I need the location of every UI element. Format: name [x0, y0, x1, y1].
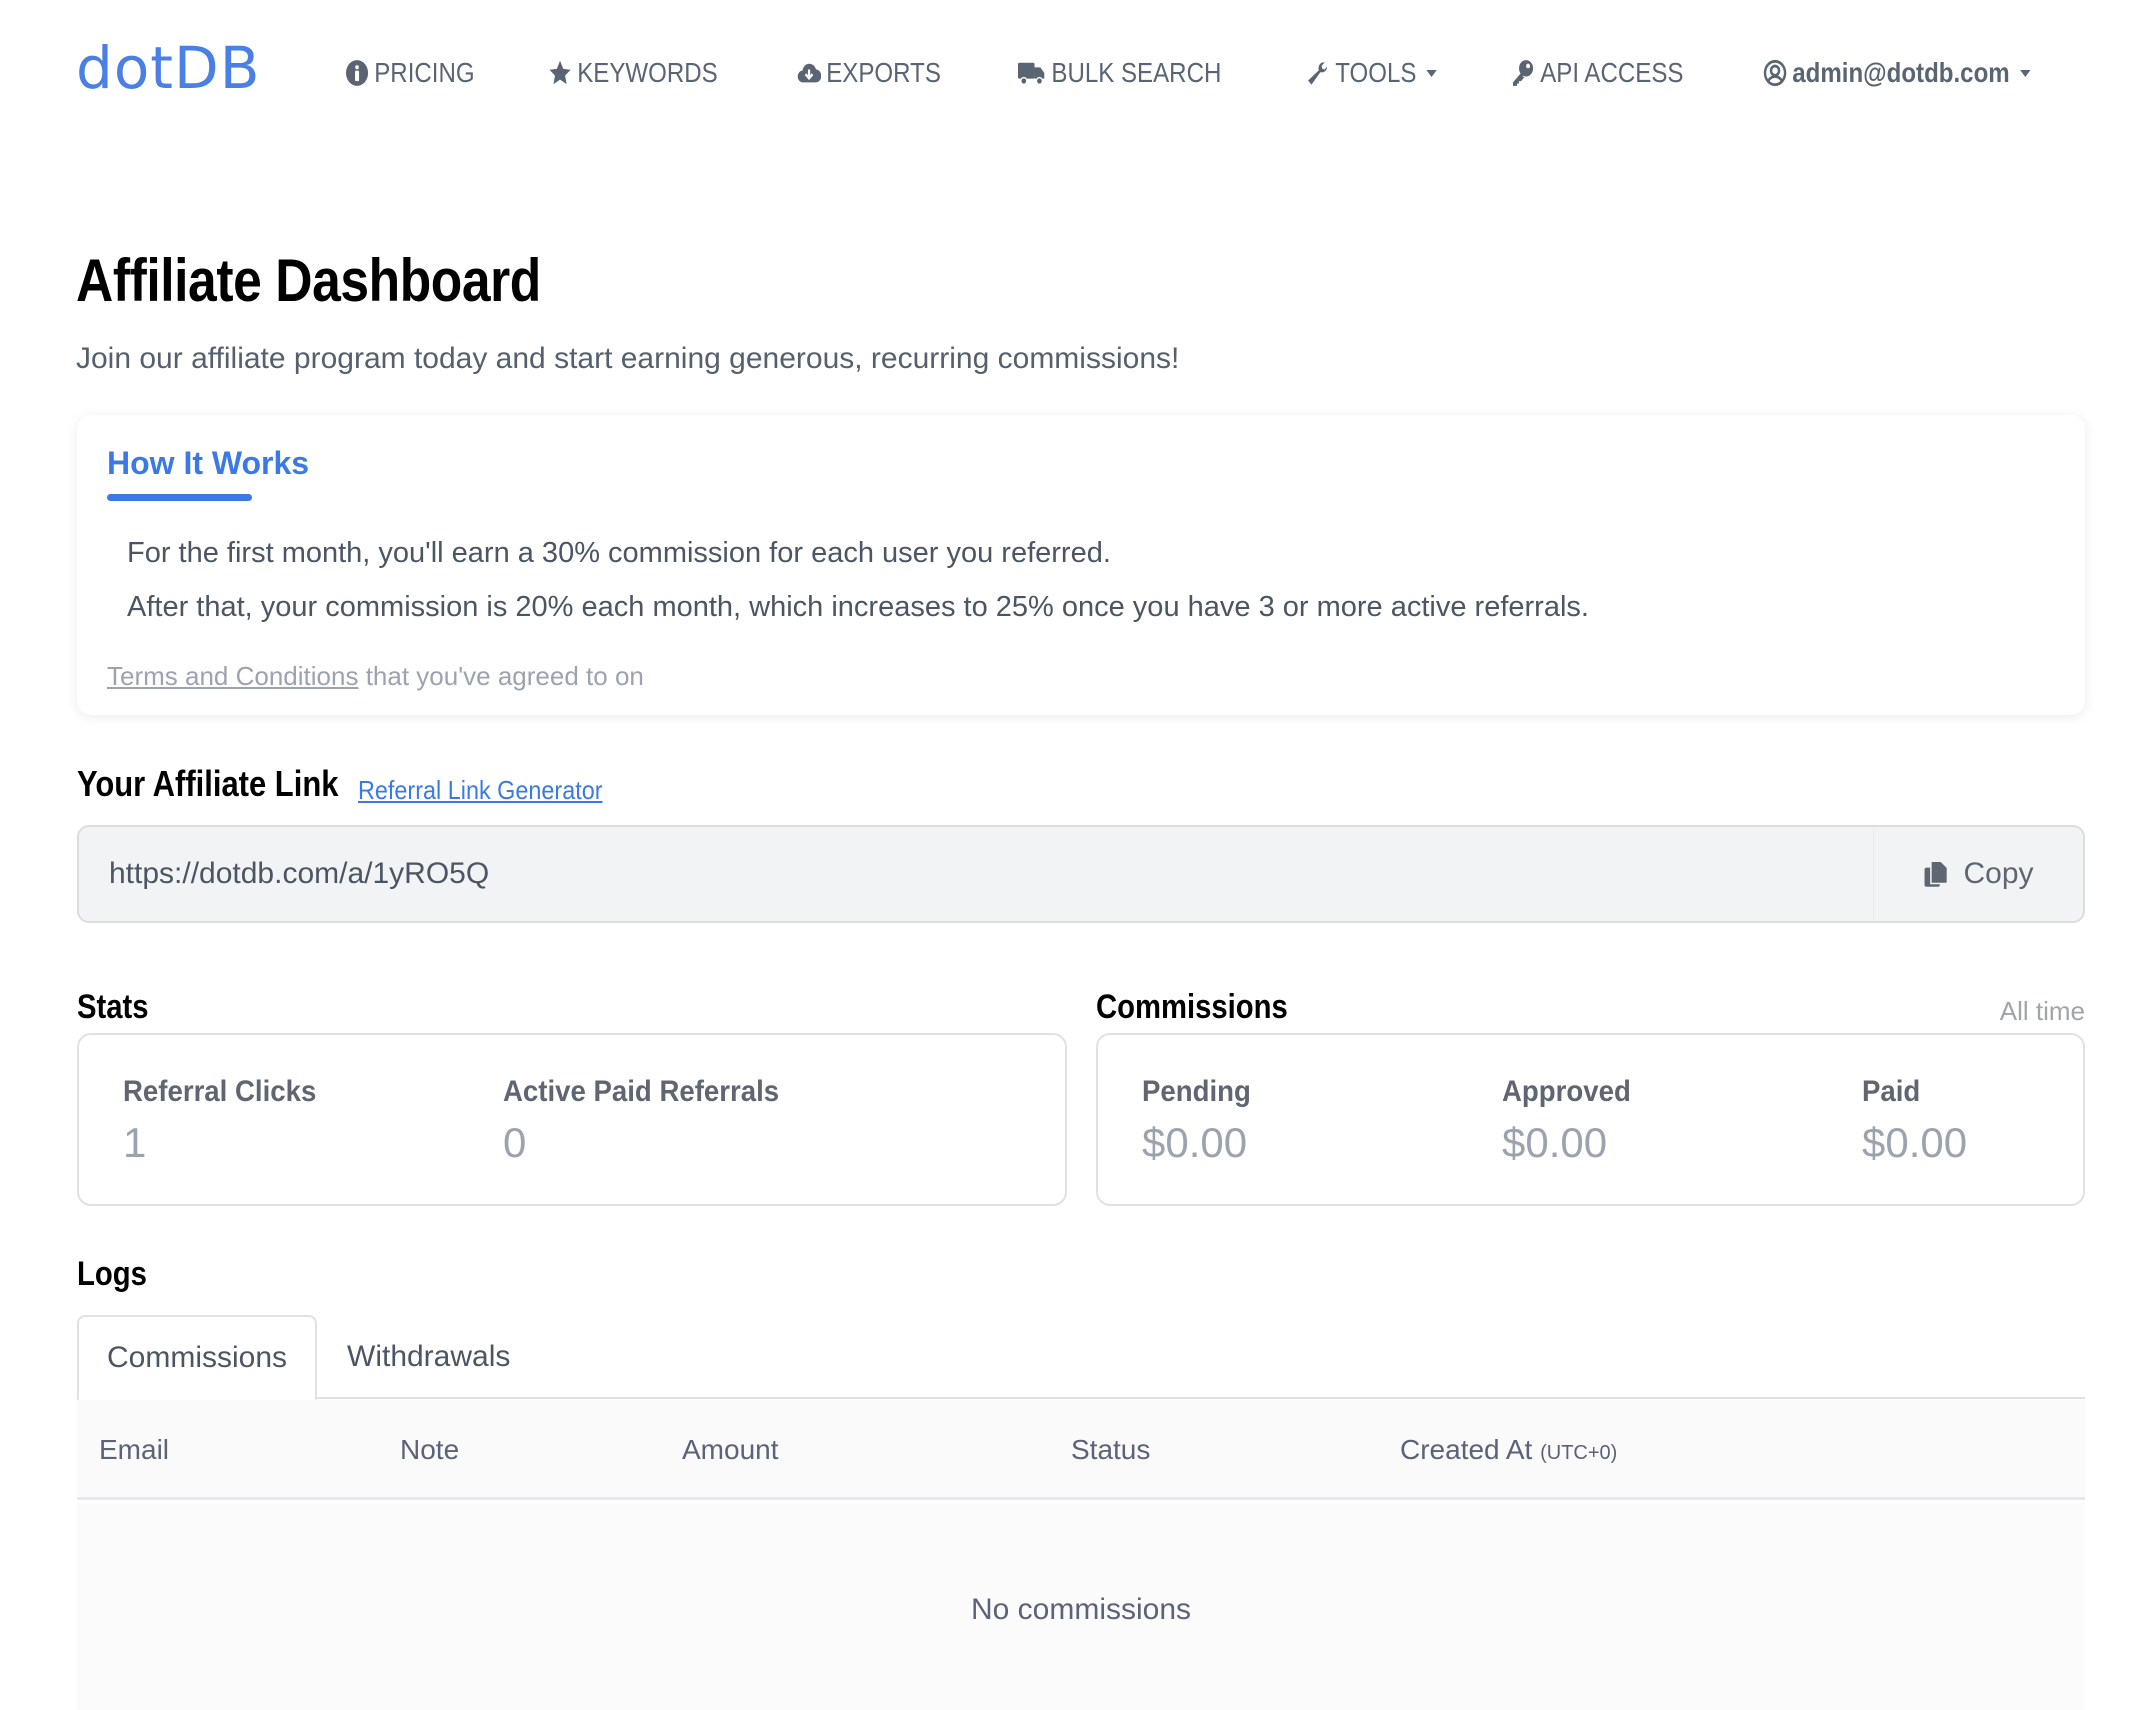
- affiliate-link-field[interactable]: https://dotdb.com/a/1yRO5Q Copy: [77, 825, 2085, 923]
- nav-keywords[interactable]: KEYWORDS: [548, 57, 718, 89]
- navbar: dotDB PRICING KEYWORDS EXPORTS BULK SEAR…: [0, 0, 2144, 150]
- chevron-down-icon: [1426, 69, 1438, 77]
- page-subtitle: Join our affiliate program today and sta…: [76, 342, 1180, 375]
- stats-heading: Stats: [77, 988, 149, 1026]
- commissions-heading: Commissions: [1096, 988, 1288, 1026]
- referral-link-generator-link[interactable]: Referral Link Generator: [358, 775, 603, 806]
- chevron-down-icon: [2020, 69, 2031, 77]
- column-amount[interactable]: Amount: [682, 1434, 779, 1466]
- truck-icon: [1017, 59, 1046, 87]
- stat-value: $0.00: [1142, 1119, 1248, 1166]
- nav-tools-label: TOOLS: [1335, 57, 1417, 88]
- stat-label: Approved: [1502, 1075, 1631, 1108]
- stat-referral-clicks: Referral Clicks 1: [123, 1075, 333, 1167]
- stat-label: Paid: [1862, 1075, 1921, 1108]
- tab-commissions[interactable]: Commissions: [77, 1315, 317, 1401]
- column-created-at[interactable]: Created At (UTC+0): [1400, 1434, 1617, 1466]
- affiliate-link-value[interactable]: https://dotdb.com/a/1yRO5Q: [109, 857, 489, 891]
- wrench-icon: [1306, 59, 1330, 87]
- user-menu[interactable]: admin@dotdb.com: [1763, 57, 2031, 89]
- page-title: Affiliate Dashboard: [76, 247, 541, 314]
- commission-pending: Pending $0.00: [1142, 1075, 1260, 1167]
- commissions-box: Pending $0.00 Approved $0.00 Paid $0.00: [1096, 1033, 2085, 1206]
- terms-suffix: that you've agreed to on: [358, 661, 644, 691]
- terms-note: Terms and Conditions that you've agreed …: [107, 661, 644, 692]
- commission-info-line: For the first month, you'll earn a 30% c…: [127, 537, 1111, 569]
- terms-link[interactable]: Terms and Conditions: [107, 661, 358, 691]
- nav-tools[interactable]: TOOLS: [1306, 57, 1438, 89]
- how-it-works-card: How It Works For the first month, you'll…: [77, 415, 2085, 715]
- logs-tabs: Commissions Withdrawals: [77, 1315, 2085, 1401]
- timezone-label: (UTC+0): [1540, 1442, 1618, 1464]
- nav-pricing[interactable]: PRICING: [345, 57, 475, 89]
- table-header: Email Note Amount Status Created At (UTC…: [77, 1400, 2085, 1500]
- cloud-download-icon: [797, 59, 822, 87]
- active-tab-indicator: [107, 494, 252, 501]
- affiliate-link-heading: Your Affiliate Link: [77, 763, 339, 804]
- stat-label: Pending: [1142, 1075, 1251, 1108]
- stat-label: Active Paid Referrals: [503, 1075, 780, 1108]
- logo[interactable]: dotDB: [76, 34, 261, 102]
- user-circle-icon: [1763, 59, 1787, 87]
- commission-paid: Paid $0.00: [1862, 1075, 1967, 1167]
- commission-info-line: After that, your commission is 20% each …: [127, 591, 1589, 623]
- nav-exports-label: EXPORTS: [826, 57, 942, 88]
- logs-heading: Logs: [77, 1255, 147, 1293]
- nav-api-access[interactable]: API ACCESS: [1511, 57, 1683, 89]
- empty-state-message: No commissions: [970, 1593, 1192, 1626]
- nav-keywords-label: KEYWORDS: [577, 57, 718, 88]
- stat-label: Referral Clicks: [123, 1075, 317, 1108]
- stat-value: $0.00: [1502, 1119, 1608, 1166]
- nav-bulk-search[interactable]: BULK SEARCH: [1017, 57, 1221, 89]
- stat-value: 1: [123, 1119, 147, 1166]
- column-note[interactable]: Note: [400, 1434, 459, 1466]
- column-status[interactable]: Status: [1071, 1434, 1150, 1466]
- key-icon: [1511, 59, 1535, 87]
- created-at-label: Created At: [1400, 1434, 1533, 1465]
- column-email[interactable]: Email: [99, 1434, 169, 1466]
- stat-active-paid-referrals: Active Paid Referrals 0: [503, 1075, 803, 1167]
- nav-api-access-label: API ACCESS: [1539, 57, 1684, 88]
- user-email: admin@dotdb.com: [1792, 57, 2010, 88]
- copy-button[interactable]: Copy: [1873, 827, 2083, 921]
- stats-box: Referral Clicks 1 Active Paid Referrals …: [77, 1033, 1067, 1206]
- period-label: All time: [1999, 996, 2085, 1026]
- stat-value: 0: [503, 1119, 527, 1166]
- commission-approved: Approved $0.00: [1502, 1075, 1642, 1167]
- nav-bulk-search-label: BULK SEARCH: [1050, 57, 1221, 88]
- stat-value: $0.00: [1862, 1119, 1968, 1166]
- nav-exports[interactable]: EXPORTS: [797, 57, 941, 89]
- table-body: No commissions: [77, 1503, 2085, 1710]
- star-icon: [548, 59, 572, 87]
- nav-menu: PRICING KEYWORDS EXPORTS BULK SEARCH TOO…: [293, 52, 2074, 94]
- tab-withdrawals[interactable]: Withdrawals: [347, 1315, 510, 1399]
- info-circle-icon: [345, 59, 369, 87]
- copy-icon: [1923, 860, 1949, 888]
- how-it-works-tab[interactable]: How It Works: [107, 445, 309, 482]
- copy-label: Copy: [1963, 857, 2034, 890]
- nav-pricing-label: PRICING: [374, 57, 475, 88]
